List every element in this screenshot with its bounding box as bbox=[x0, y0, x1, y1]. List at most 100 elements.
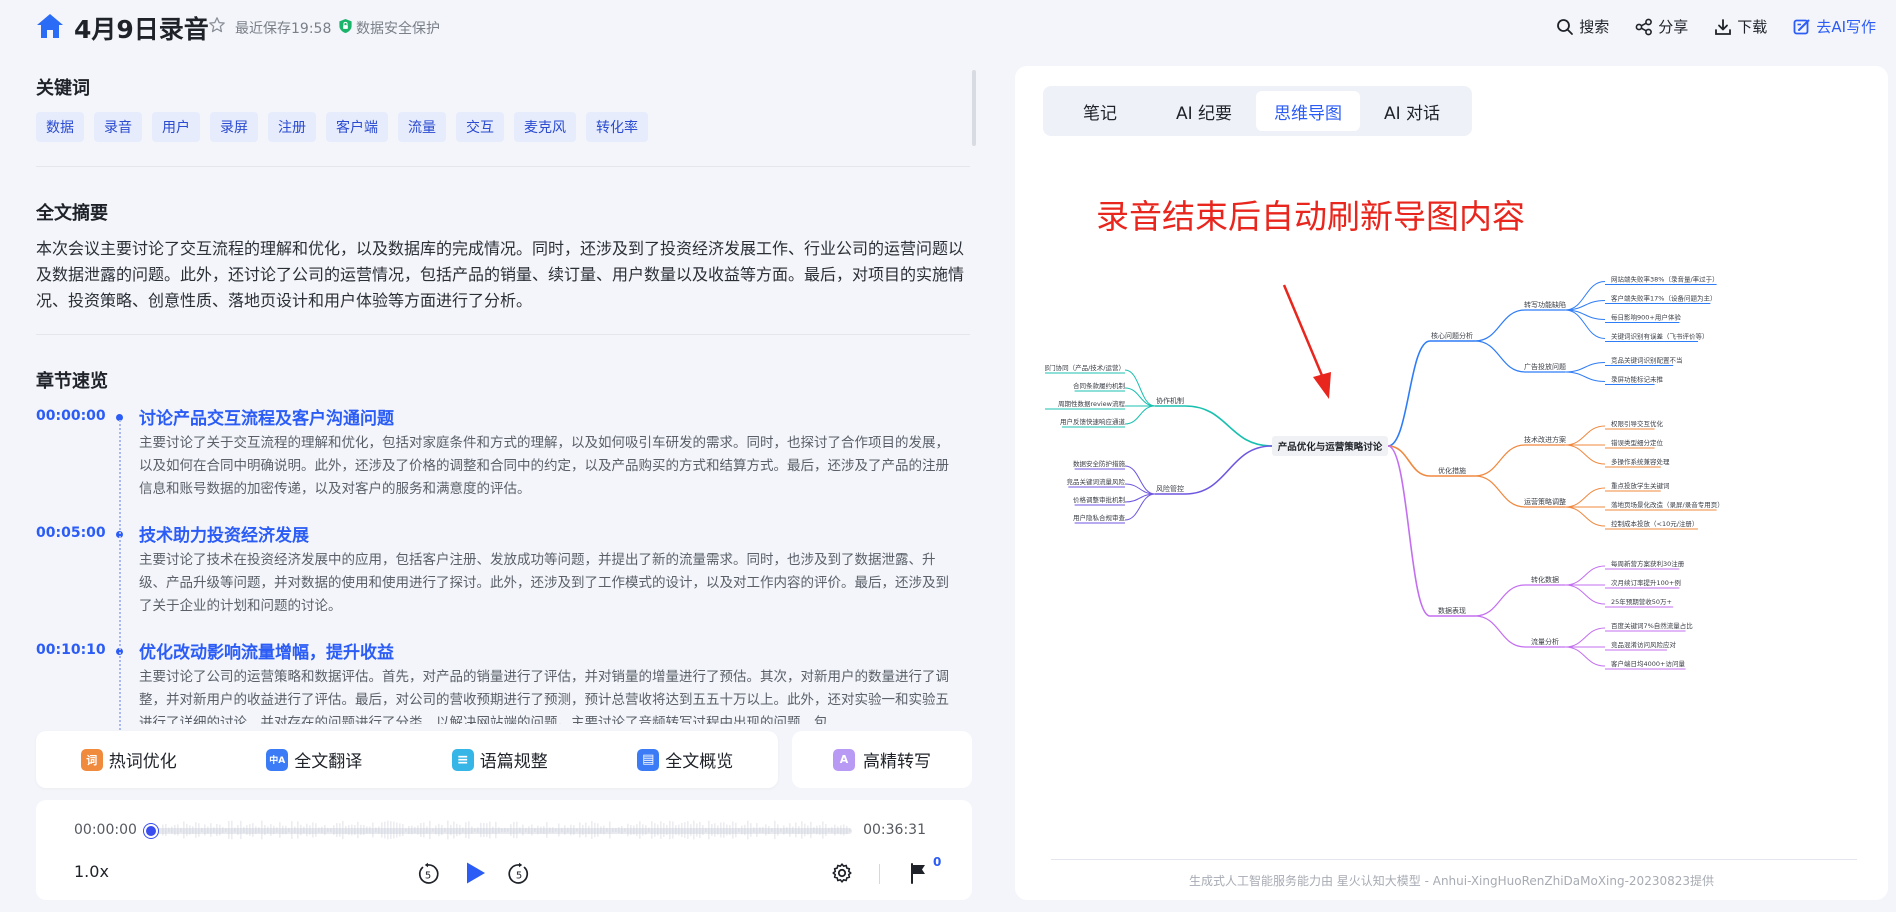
mindmap-link bbox=[1124, 465, 1156, 495]
mindmap-leaf[interactable]: 客户端日均4000+访问量 bbox=[1611, 659, 1685, 668]
mindmap-group[interactable]: 转化数据 bbox=[1531, 575, 1559, 584]
mindmap-group[interactable]: 广告投放问题 bbox=[1524, 362, 1566, 371]
forward-5s-icon[interactable]: 5 bbox=[507, 862, 531, 886]
keyword-chip[interactable]: 数据 bbox=[36, 112, 84, 142]
mindmap-leaf[interactable]: 每日影响900+用户体验 bbox=[1611, 313, 1681, 322]
flag-icon[interactable] bbox=[908, 862, 930, 884]
mindmap-branch[interactable]: 数据表现 bbox=[1438, 606, 1466, 615]
share-label: 分享 bbox=[1658, 18, 1689, 36]
mindmap-leaf[interactable]: 次月续订率提升100+例 bbox=[1611, 578, 1681, 587]
tab-ai-chat[interactable]: AI 对话 bbox=[1360, 91, 1464, 131]
mindmap-leaf[interactable]: 重点投放学生关键词 bbox=[1611, 481, 1670, 490]
mindmap-link bbox=[1564, 565, 1606, 586]
play-icon[interactable] bbox=[462, 860, 488, 886]
mindmap-leaf[interactable]: 用户反馈快速响应通道 bbox=[1060, 417, 1126, 426]
mindmap-group[interactable]: 技术改进方案 bbox=[1524, 435, 1566, 444]
mindmap-branch[interactable]: 协作机制 bbox=[1156, 396, 1184, 405]
mindmap-leaf[interactable]: 竞品混淆访问风险应对 bbox=[1611, 640, 1677, 649]
chapter-heading[interactable]: 优化改动影响流量增幅，提升收益 bbox=[139, 638, 394, 663]
overview-icon: ▤ bbox=[637, 748, 660, 771]
annotation-note: 录音结束后自动刷新导图内容 bbox=[1096, 197, 1525, 236]
chapter-heading[interactable]: 技术助力投资经济发展 bbox=[139, 521, 309, 546]
divider bbox=[36, 334, 970, 335]
mindmap-group[interactable]: 转写功能缺陷 bbox=[1524, 300, 1566, 309]
tab-ai-summary[interactable]: AI 纪要 bbox=[1152, 91, 1256, 131]
mindmap-leaf[interactable]: 落地页场景化改造（录屏/录音专用页） bbox=[1611, 500, 1724, 509]
download-button[interactable]: 下载 bbox=[1714, 16, 1767, 37]
translate-label: 全文翻译 bbox=[294, 752, 363, 772]
mindmap-link bbox=[1474, 444, 1526, 477]
mindmap-leaf[interactable]: 数据安全防护措施 bbox=[1073, 459, 1126, 468]
keyword-chip[interactable]: 流量 bbox=[398, 112, 446, 142]
ai-writing-button[interactable]: 去AI写作 bbox=[1793, 16, 1876, 37]
mindmap-leaf[interactable]: 错误类型细分定位 bbox=[1611, 438, 1664, 447]
ai-writing-label: 去AI写作 bbox=[1816, 18, 1876, 36]
mindmap-leaf[interactable]: 关键词识别有误差（飞书评价等） bbox=[1611, 332, 1709, 341]
keyword-chip[interactable]: 注册 bbox=[268, 112, 316, 142]
mindmap-leaf[interactable]: 权限引导交互优化 bbox=[1611, 419, 1664, 428]
chapter-time[interactable]: 00:05:00 bbox=[36, 525, 106, 541]
mindmap-leaf[interactable]: 合同条款履约机制 bbox=[1073, 381, 1126, 390]
keyword-chip[interactable]: 录音 bbox=[94, 112, 142, 142]
mind-map[interactable]: 产品优化与运营策略讨论 协作机制 跨部门协同（产品/技术/运营） 合同条款履约机制周期… bbox=[1045, 266, 1875, 686]
progress-handle[interactable] bbox=[144, 824, 158, 838]
mindmap-leaf[interactable]: 周期性数据review流程 bbox=[1058, 399, 1125, 408]
mindmap-branch[interactable]: 核心问题分析 bbox=[1431, 331, 1473, 340]
search-button[interactable]: 搜索 bbox=[1556, 16, 1609, 37]
home-icon[interactable] bbox=[36, 13, 64, 39]
forward-seconds: 5 bbox=[516, 871, 522, 882]
chapter-heading[interactable]: 讨论产品交互流程及客户沟通问题 bbox=[139, 404, 394, 429]
mindmap-group[interactable]: 运营策略调整 bbox=[1524, 497, 1566, 506]
mindmap-leaf[interactable]: 每周新营方案获利30注册 bbox=[1611, 559, 1685, 568]
mindmap-link bbox=[1564, 444, 1606, 465]
keyword-chip[interactable]: 用户 bbox=[152, 112, 200, 142]
keyword-chip[interactable]: 转化率 bbox=[586, 112, 648, 142]
rewind-5s-icon[interactable]: 5 bbox=[416, 862, 440, 886]
chapter-body: 主要讨论了关于交互流程的理解和优化，包括对家庭条件和方式的理解，以及如何吸引车研… bbox=[139, 435, 949, 497]
mindmap-group[interactable]: 流量分析 bbox=[1531, 637, 1559, 646]
chapter-time[interactable]: 00:00:00 bbox=[36, 408, 106, 424]
mindmap-leaf[interactable]: 录屏功能标记未推 bbox=[1611, 375, 1664, 384]
mindmap-leaf[interactable]: 25年预期营收50万+ bbox=[1611, 597, 1672, 606]
download-icon bbox=[1715, 18, 1732, 35]
footer-credit: 生成式人工智能服务能力由 星火认知大模型 - Anhui-XingHuoRenZ… bbox=[1188, 874, 1715, 888]
mindmap-leaf[interactable]: 跨部门协同（产品/技术/运营） bbox=[1045, 363, 1125, 372]
tab-notes[interactable]: 笔记 bbox=[1048, 91, 1152, 131]
mindmap-root[interactable]: 产品优化与运营策略讨论 bbox=[1278, 441, 1383, 453]
keyword-chip[interactable]: 录屏 bbox=[210, 112, 258, 142]
mindmap-leaf[interactable]: 用户隐私合规审查 bbox=[1073, 513, 1126, 522]
mindmap-leaf[interactable]: 控制成本投放（<10元/注册） bbox=[1611, 519, 1698, 528]
hotword-button[interactable]: 词 热词优化 bbox=[80, 747, 177, 772]
settings-icon[interactable] bbox=[830, 861, 854, 885]
mindmap-branch[interactable]: 优化措施 bbox=[1438, 466, 1466, 475]
keyword-chip[interactable]: 麦克风 bbox=[514, 112, 576, 142]
keyword-chip[interactable]: 交互 bbox=[456, 112, 504, 142]
speed-button[interactable]: 1.0x bbox=[74, 862, 109, 881]
chapters-title: 章节速览 bbox=[36, 371, 108, 392]
transcript-overview-panel[interactable]: 关键词 数据 录音 用户 录屏 注册 客户端 流量 交互 麦克风 转化率 全文摘… bbox=[36, 64, 976, 724]
share-button[interactable]: 分享 bbox=[1635, 16, 1688, 37]
mindmap-leaf[interactable]: 多操作系统兼容处理 bbox=[1611, 457, 1670, 466]
star-icon[interactable] bbox=[208, 16, 226, 34]
chapter-time[interactable]: 00:10:10 bbox=[36, 642, 106, 658]
share-icon bbox=[1635, 18, 1653, 35]
mindmap-link bbox=[1124, 405, 1156, 425]
mindmap-link bbox=[1184, 405, 1273, 447]
mindmap-leaf[interactable]: 竞品关键词识别配置不当 bbox=[1611, 356, 1683, 365]
format-button[interactable]: ≡ 语篇规整 bbox=[451, 747, 548, 772]
mindmap-leaf[interactable]: 价格调整审批机制 bbox=[1073, 495, 1126, 504]
overview-button[interactable]: ▤ 全文概览 bbox=[637, 747, 733, 772]
mindmap-leaf[interactable]: 竞品关键词流量风险 bbox=[1067, 477, 1126, 486]
mindmap-leaf[interactable]: 客户端失败率17%（设备问题为主） bbox=[1611, 294, 1716, 303]
translate-button[interactable]: 中A 全文翻译 bbox=[266, 747, 362, 772]
scrollbar[interactable] bbox=[972, 70, 976, 146]
total-time: 00:36:31 bbox=[863, 822, 926, 838]
keyword-chip[interactable]: 客户端 bbox=[326, 112, 388, 142]
tab-mindmap[interactable]: 思维导图 bbox=[1256, 91, 1360, 131]
mindmap-leaf[interactable]: 网站端失败率38%（录音量/率过于） bbox=[1611, 275, 1719, 284]
mindmap-link bbox=[1474, 584, 1526, 617]
mindmap-leaf[interactable]: 百度关键词7%自然流量占比 bbox=[1611, 621, 1693, 630]
flag-count: 0 bbox=[933, 855, 942, 869]
mindmap-branch[interactable]: 风险管控 bbox=[1156, 484, 1184, 493]
hq-transcribe-button[interactable]: A 高精转写 bbox=[792, 731, 972, 788]
